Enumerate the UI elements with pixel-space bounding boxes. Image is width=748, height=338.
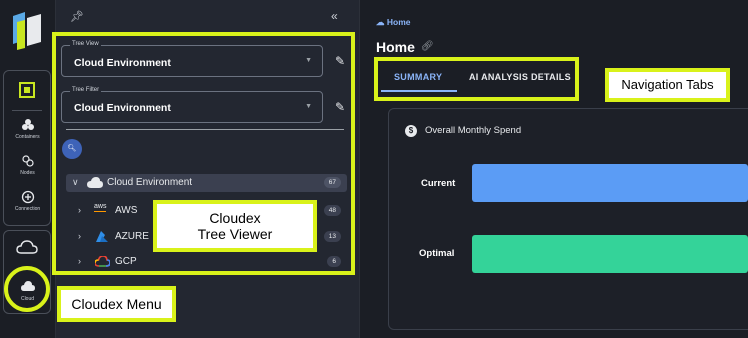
bar-optimal: [472, 235, 748, 273]
annotation-tree-line1: Cloudex: [209, 210, 261, 226]
monthly-spend-card: [388, 108, 748, 330]
cloud-icon: ☁: [376, 17, 385, 27]
bar-label-current: Current: [421, 178, 456, 189]
card-title: Overall Monthly Spend: [425, 125, 522, 136]
rail-item-connection[interactable]: Connection: [0, 190, 55, 212]
rail-item-label: Nodes: [20, 170, 35, 176]
rail-home-icon[interactable]: [18, 80, 36, 100]
cloud-outline-icon[interactable]: [16, 240, 38, 256]
pin-icon[interactable]: 📌︎: [70, 10, 84, 23]
annotation-tree-label: Cloudex Tree Viewer: [153, 200, 317, 252]
dollar-icon: $: [405, 125, 417, 137]
containers-icon: [21, 118, 35, 132]
rail-item-label: Connection: [14, 206, 41, 212]
page-title: Home: [376, 39, 415, 55]
rail-item-nodes[interactable]: Nodes: [0, 154, 55, 176]
rail-item-label: Containers: [15, 134, 40, 140]
rail-item-containers[interactable]: Containers: [0, 118, 55, 140]
app-logo[interactable]: [13, 12, 41, 50]
bar-current: [472, 164, 748, 202]
annotation-menu-label: Cloudex Menu: [57, 286, 176, 322]
nodes-icon: [21, 154, 35, 168]
annotation-tabs-label: Navigation Tabs: [605, 68, 730, 102]
annotation-cloud-circle: [4, 266, 50, 312]
breadcrumb-home[interactable]: Home: [387, 17, 411, 27]
rail-separator: [12, 110, 42, 111]
link-icon[interactable]: 🔗︎: [421, 41, 434, 52]
breadcrumb[interactable]: ☁ Home: [376, 17, 411, 28]
bar-label-optimal: Optimal: [419, 248, 455, 259]
annotation-tree-line2: Tree Viewer: [197, 226, 273, 242]
annotation-tabs-box: [374, 57, 579, 101]
collapse-panel-icon[interactable]: «: [331, 9, 338, 23]
connection-icon: [21, 190, 35, 204]
